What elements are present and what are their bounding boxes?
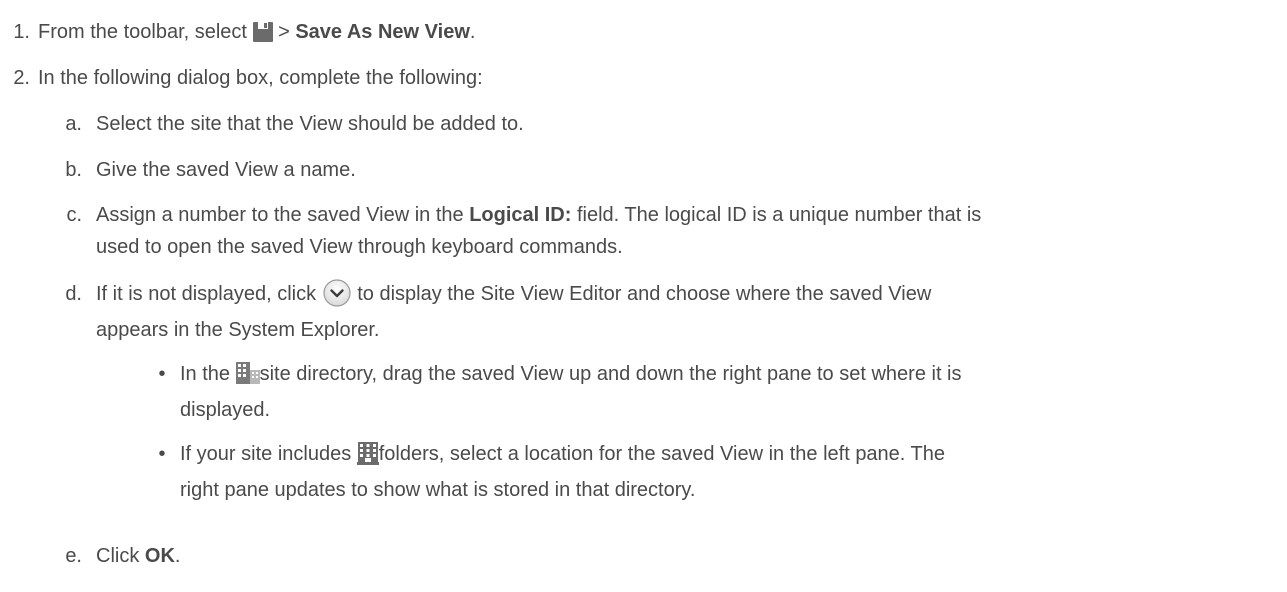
- step-text-part: >: [272, 21, 296, 43]
- bullet-line: right pane updates to show what is store…: [180, 479, 696, 501]
- menu-item-save-as-new-view: Save As New View: [295, 21, 470, 43]
- substep-letter: a.: [65, 113, 82, 135]
- bullet-text: In the site directory, drag the saved Vi…: [180, 358, 1257, 426]
- step-2: 2. In the following dialog box, complete…: [0, 62, 1287, 94]
- logical-id-label: Logical ID:: [469, 204, 572, 226]
- substep-e: e. Click OK.: [0, 540, 1287, 572]
- bullet-site-directory: • In the site directory, drag the saved …: [0, 358, 1287, 426]
- substep-line: appears in the System Explorer.: [96, 319, 380, 341]
- substep-d: d. If it is not displayed, click to disp…: [0, 278, 1287, 346]
- ok-label: OK: [144, 545, 175, 567]
- text-part: to display the Site View Editor and choo…: [351, 283, 932, 305]
- substep-line: Assign a number to the saved View in the…: [96, 199, 1267, 231]
- site-directory-icon: [235, 362, 260, 394]
- substep-letter: b.: [65, 159, 82, 181]
- folders-building-icon: [356, 442, 379, 474]
- substep-b: b. Give the saved View a name.: [0, 154, 1287, 186]
- text-part: Assign a number to the saved View in the: [96, 204, 470, 226]
- substep-text: If it is not displayed, click to display…: [96, 278, 1267, 346]
- expand-chevron-circle-icon: [322, 278, 352, 314]
- substep-line: used to open the saved View through keyb…: [96, 236, 623, 258]
- bullet-dot: •: [158, 363, 166, 385]
- step-text-part: From the toolbar, select: [38, 21, 253, 43]
- text-part: field. The logical ID is a unique number…: [571, 204, 982, 226]
- substep-text: Give the saved View a name.: [96, 159, 356, 181]
- substep-text: Assign a number to the saved View in the…: [96, 199, 1267, 263]
- step-1: 1. From the toolbar, select > Save As Ne…: [0, 16, 1287, 52]
- step-text-part: .: [469, 21, 476, 43]
- text-part: .: [174, 545, 181, 567]
- text-part: site directory, drag the saved View up a…: [259, 363, 962, 385]
- text-part: folders, select a location for the saved…: [378, 443, 946, 465]
- substep-a: a. Select the site that the View should …: [0, 108, 1287, 140]
- substep-line: If it is not displayed, click to display…: [96, 278, 1267, 314]
- bullet-line: displayed.: [180, 399, 271, 421]
- substep-letter: e.: [65, 545, 82, 567]
- substep-c: c. Assign a number to the saved View in …: [0, 199, 1287, 263]
- text-part: If your site includes: [180, 443, 357, 465]
- bullet-line: In the site directory, drag the saved Vi…: [180, 358, 1257, 394]
- bullet-text: If your site includes folders, select a …: [180, 438, 1257, 506]
- text-part: In the: [180, 363, 236, 385]
- text-part: Click: [96, 545, 145, 567]
- bullet-line: If your site includes folders, select a …: [180, 438, 1257, 474]
- substep-letter: c.: [66, 204, 82, 226]
- save-disk-icon: [252, 20, 273, 52]
- bullet-folders: • If your site includes folders, select …: [0, 438, 1287, 506]
- step-text: In the following dialog box, complete th…: [38, 67, 483, 89]
- step-text: From the toolbar, select > Save As New V…: [38, 21, 475, 43]
- substep-text: Click OK.: [96, 540, 1267, 572]
- step-number: 1.: [13, 21, 30, 43]
- substep-text: Select the site that the View should be …: [96, 113, 524, 135]
- bullet-dot: •: [158, 443, 166, 465]
- substep-letter: d.: [65, 283, 82, 305]
- step-number: 2.: [13, 67, 30, 89]
- text-part: If it is not displayed, click: [96, 283, 322, 305]
